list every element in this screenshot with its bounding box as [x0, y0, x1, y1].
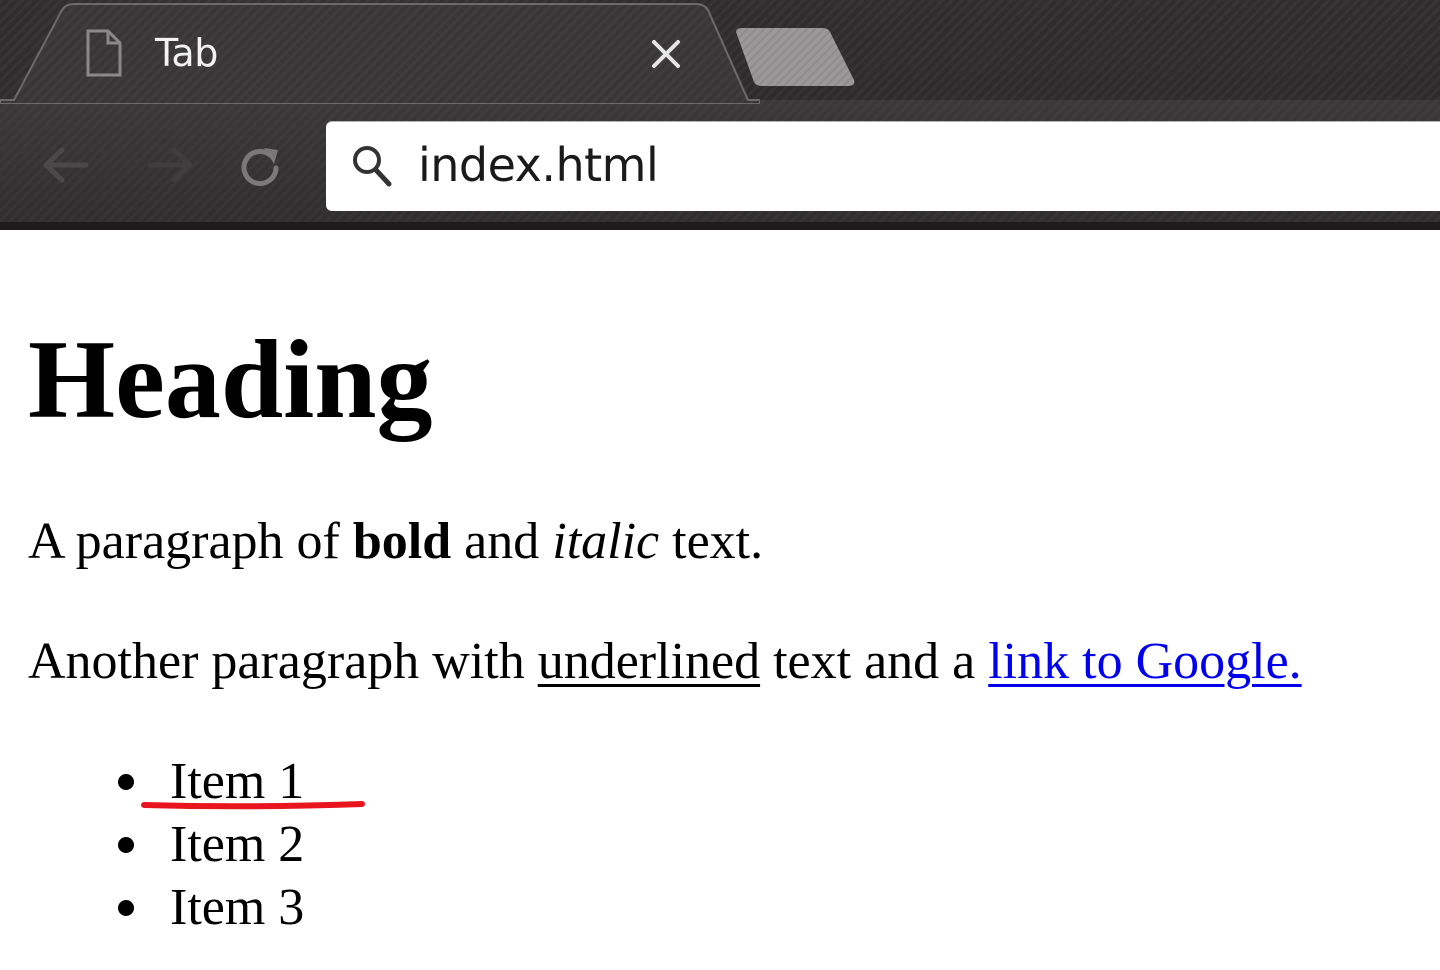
address-input[interactable] — [418, 135, 1318, 195]
tab-title: Tab — [155, 31, 218, 75]
paragraph-2-text-middle: text and a — [760, 633, 989, 690]
paragraph-1-text-before: A paragraph of — [28, 513, 353, 570]
paragraph-1: A paragraph of bold and italic text. — [28, 512, 763, 572]
bullet-icon — [118, 900, 134, 916]
list-item-label: Item 2 — [170, 816, 305, 873]
new-tab-icon[interactable] — [732, 26, 858, 88]
underlined-text: underlined — [537, 633, 761, 690]
paragraph-1-text-after: text. — [659, 513, 764, 570]
back-arrow-icon[interactable] — [36, 140, 96, 190]
search-icon — [350, 143, 394, 189]
reload-icon[interactable] — [232, 140, 288, 196]
tab-active[interactable]: Tab — [0, 0, 760, 104]
bullet-icon — [118, 837, 134, 853]
paragraph-2-text-before: Another paragraph with — [28, 633, 538, 690]
red-underline-annotation — [141, 801, 365, 810]
forward-arrow-icon[interactable] — [140, 140, 200, 190]
page-icon — [84, 28, 124, 78]
browser-chrome: Tab — [0, 0, 1440, 230]
paragraph-1-text-middle: and — [451, 513, 553, 570]
bullet-list: Item 1 Item 2 Item 3 — [112, 750, 304, 939]
toolbar-edge — [0, 222, 1440, 230]
bullet-icon — [118, 774, 134, 790]
address-bar[interactable] — [326, 121, 1440, 211]
close-icon[interactable] — [644, 32, 688, 76]
list-item-label: Item 3 — [170, 879, 305, 936]
google-link[interactable]: link to Google. — [988, 633, 1301, 690]
list-item: Item 2 — [112, 813, 304, 876]
italic-text: italic — [552, 513, 660, 570]
list-item: Item 3 — [112, 876, 304, 939]
bold-text: bold — [352, 513, 452, 570]
page-heading: Heading — [28, 318, 433, 442]
paragraph-2: Another paragraph with underlined text a… — [28, 632, 1302, 692]
